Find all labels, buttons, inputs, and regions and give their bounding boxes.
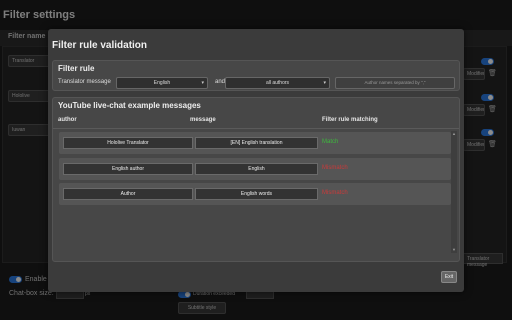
author-column-header: author bbox=[58, 117, 77, 123]
chevron-down-icon: ▾ bbox=[201, 80, 204, 86]
table-row: Hololive Translator [EN] English transla… bbox=[59, 132, 451, 154]
scroll-up-icon[interactable]: ▲ bbox=[451, 131, 457, 137]
match-result: Match bbox=[322, 139, 339, 145]
chevron-down-icon: ▾ bbox=[323, 80, 326, 86]
scroll-down-icon[interactable]: ▼ bbox=[451, 247, 457, 253]
filter-rule-section: Filter rule Translator message English ▾… bbox=[52, 60, 460, 91]
language-select-value: English bbox=[153, 80, 171, 86]
filter-rule-validation-dialog: Filter rule validation Filter rule Trans… bbox=[48, 29, 464, 292]
match-result: Mismatch bbox=[322, 165, 348, 171]
authors-select-value: all authors bbox=[265, 80, 290, 86]
message-cell[interactable]: English bbox=[195, 163, 318, 175]
matching-column-header: Filter rule matching bbox=[322, 117, 378, 123]
language-select[interactable]: English ▾ bbox=[116, 77, 208, 89]
example-messages-title: YouTube live-chat example messages bbox=[58, 101, 201, 110]
vertical-scrollbar[interactable]: ▲ ▼ bbox=[451, 131, 457, 253]
message-column-header: message bbox=[190, 117, 216, 123]
message-cell[interactable]: [EN] English translation bbox=[195, 137, 318, 149]
table-row: English author English Mismatch bbox=[59, 158, 451, 180]
author-cell[interactable]: English author bbox=[63, 163, 193, 175]
conjunction-label: and bbox=[215, 79, 226, 85]
author-names-input[interactable]: Author names separated by "," bbox=[335, 77, 455, 89]
dialog-title: Filter rule validation bbox=[52, 40, 148, 51]
match-result: Mismatch bbox=[322, 190, 348, 196]
header-divider bbox=[53, 128, 459, 129]
exit-button[interactable]: Exit bbox=[441, 271, 457, 283]
table-row: Author English words Mismatch bbox=[59, 183, 451, 205]
author-cell[interactable]: Author bbox=[63, 188, 193, 200]
message-cell[interactable]: English words bbox=[195, 188, 318, 200]
authors-select[interactable]: all authors ▾ bbox=[225, 77, 330, 89]
filter-rule-label: Translator message bbox=[58, 79, 111, 85]
author-cell[interactable]: Hololive Translator bbox=[63, 137, 193, 149]
filter-rule-title: Filter rule bbox=[58, 64, 95, 73]
example-messages-section: YouTube live-chat example messages autho… bbox=[52, 97, 460, 262]
